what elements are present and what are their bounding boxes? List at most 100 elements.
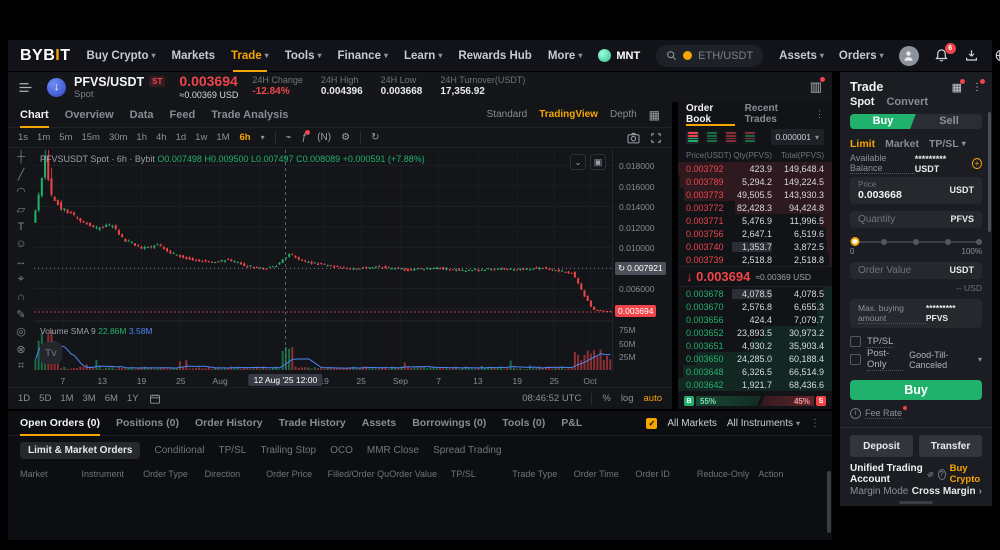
transfer-button[interactable]: Transfer <box>919 435 982 458</box>
orders-subtab[interactable]: Spread Trading <box>433 445 501 456</box>
fullscreen-icon[interactable] <box>650 132 662 144</box>
active-timeframe-button[interactable]: 6h <box>240 132 251 143</box>
bid-row[interactable]: 0.003656 424.4 7,079.7 <box>678 313 832 326</box>
all-instruments-select[interactable]: All Instruments ▾ <box>727 418 800 429</box>
price-chart-canvas[interactable] <box>34 145 612 372</box>
orders-tab[interactable]: Trade History <box>279 411 346 436</box>
notifications-button[interactable]: 6 <box>934 43 956 63</box>
slider-handle[interactable] <box>850 237 860 247</box>
measure-tool-icon[interactable]: ↔ <box>12 255 30 268</box>
order-value-field[interactable]: USDT <box>850 261 982 279</box>
chart-style-icon[interactable]: ⌁ <box>286 132 292 143</box>
percent-scale-button[interactable]: % <box>602 393 610 404</box>
orders-subtab[interactable]: Trailing Stop <box>260 445 316 456</box>
price-input[interactable] <box>858 188 938 201</box>
panel-layout-icon[interactable]: ▦ <box>952 78 965 94</box>
orders-tab[interactable]: Assets <box>362 411 396 436</box>
remove-tool-icon[interactable]: ⊗ <box>12 343 30 356</box>
price-field[interactable]: Price USDT <box>850 176 982 204</box>
chart-tab[interactable]: Chart <box>20 102 49 128</box>
orders-subtab[interactable]: TP/SL <box>219 445 247 456</box>
orders-tab[interactable]: Tools (0) <box>502 411 545 436</box>
bid-row[interactable]: 0.003642 1,921.7 68,436.6 <box>678 378 832 391</box>
ask-row[interactable]: 0.003740 1,353.7 3,872.5 <box>678 240 832 253</box>
quantity-slider[interactable] <box>850 235 982 247</box>
kebab-menu-icon[interactable]: ⋮ <box>810 418 820 429</box>
timeframe-button[interactable]: 1h <box>136 132 147 143</box>
orders-menu[interactable]: Orders ▾ <box>839 40 884 72</box>
orders-tab[interactable]: Positions (0) <box>116 411 179 436</box>
panel-scroll-pill[interactable] <box>899 501 933 504</box>
timeframe-button[interactable]: 1d <box>176 132 187 143</box>
nav-item[interactable]: Learn ▾ <box>404 40 442 72</box>
auto-scale-button[interactable]: auto <box>644 393 663 404</box>
timeframe-button[interactable]: 1M <box>216 132 229 143</box>
search-input[interactable]: ETH/USDT <box>656 44 764 67</box>
compare-icon[interactable]: (N) <box>317 132 331 143</box>
help-icon[interactable]: ? <box>937 468 946 480</box>
instrument-list-icon[interactable] <box>18 81 33 94</box>
layout-grid-icon[interactable]: ▦ <box>649 108 660 122</box>
maximize-pane-icon[interactable]: ▣ <box>590 154 606 170</box>
ask-row[interactable]: 0.003792 423.9 149,648.4 <box>678 162 832 175</box>
kebab-menu-icon[interactable]: ⋮ <box>815 109 824 120</box>
chart-settings-icon[interactable]: ⚙ <box>341 132 350 143</box>
range-button[interactable]: 6M <box>105 393 118 404</box>
collapse-pane-icon[interactable]: ⌄ <box>570 154 586 170</box>
timeframe-button[interactable]: 30m <box>109 132 127 143</box>
orderbook-tab[interactable]: Recent Trades <box>745 102 805 126</box>
deposit-button[interactable]: Deposit <box>850 435 913 458</box>
nav-item[interactable]: Trade ▾ <box>231 40 269 72</box>
buy-crypto-link[interactable]: Buy Crypto <box>950 463 982 485</box>
timeframe-button[interactable]: 1s <box>18 132 28 143</box>
ask-row[interactable]: 0.003772 82,428.3 94,424.8 <box>678 201 832 214</box>
price-axis[interactable]: 0.018000 0.016000 0.014000 0.012000 0.010000… <box>612 150 672 372</box>
range-button[interactable]: 3M <box>83 393 96 404</box>
draw-tool-icon[interactable]: ✎ <box>12 308 30 321</box>
bid-row[interactable]: 0.003650 24,285.0 60,188.4 <box>678 352 832 365</box>
nav-item[interactable]: Buy Crypto ▾ <box>87 40 156 72</box>
ask-row[interactable]: 0.003756 2,647.1 6,519.6 <box>678 227 832 240</box>
camera-icon[interactable] <box>627 132 640 144</box>
pattern-tool-icon[interactable]: ▱ <box>12 203 30 216</box>
calendar-icon[interactable] <box>149 393 161 405</box>
deposit-plus-icon[interactable]: + <box>971 158 982 170</box>
range-button[interactable]: 1D <box>18 393 30 404</box>
nav-item[interactable]: Finance ▾ <box>338 40 388 72</box>
bid-row[interactable]: 0.003648 6,326.5 66,514.9 <box>678 365 832 378</box>
orderbook-view-bids-icon[interactable] <box>705 130 718 144</box>
precision-select[interactable]: 0.000001 ▾ <box>770 129 824 145</box>
orderbook-view-combined-icon[interactable] <box>686 130 699 144</box>
order-type-button[interactable]: Limit▾ <box>850 138 875 150</box>
quantity-field[interactable]: PFVS <box>850 210 982 228</box>
ask-row[interactable]: 0.003773 49,505.5 143,930.3 <box>678 188 832 201</box>
hide-tool-icon[interactable]: ◎ <box>12 325 30 338</box>
crosshair-tool-icon[interactable]: ┼ <box>12 150 30 163</box>
bottom-scrollbar[interactable] <box>827 471 831 533</box>
fib-tool-icon[interactable]: ◠ <box>12 185 30 198</box>
indicators-icon[interactable]: ƒ <box>302 130 311 143</box>
timeframe-button[interactable]: 1m <box>37 132 50 143</box>
tpsl-checkbox[interactable] <box>850 336 861 348</box>
kebab-menu-icon[interactable]: ⋮ <box>972 78 985 94</box>
all-markets-checkbox[interactable]: ✓ <box>646 417 658 429</box>
chart-tab[interactable]: Overview <box>65 102 114 128</box>
trade-tab[interactable]: Spot <box>850 96 874 108</box>
orderbook-view-asks-icon[interactable] <box>724 130 737 144</box>
bid-row[interactable]: 0.003670 2,576.8 6,655.3 <box>678 300 832 313</box>
replay-icon[interactable]: ↻ <box>371 132 379 143</box>
orders-subtab[interactable]: Conditional <box>154 445 204 456</box>
order-type-button[interactable]: TP/SL ▾ <box>929 138 966 150</box>
quantity-input[interactable] <box>858 213 938 225</box>
magnet-tool-icon[interactable]: ∩ <box>12 290 30 303</box>
order-value-input[interactable] <box>858 264 938 276</box>
time-in-force-select[interactable]: Good-Till-Canceled ▾ <box>909 350 982 370</box>
orders-tab[interactable]: Open Orders (0) <box>20 411 100 436</box>
bid-row[interactable]: 0.003678 4,078.5 4,078.5 <box>678 287 832 300</box>
nav-item[interactable]: Tools ▾ <box>285 40 322 72</box>
range-button[interactable]: 1Y <box>127 393 139 404</box>
post-only-checkbox[interactable] <box>850 354 861 366</box>
chart-view-mode[interactable]: Standard <box>487 109 528 120</box>
sell-toggle[interactable]: Sell <box>916 114 982 130</box>
orderbook-tab[interactable]: Order Book <box>686 102 735 126</box>
